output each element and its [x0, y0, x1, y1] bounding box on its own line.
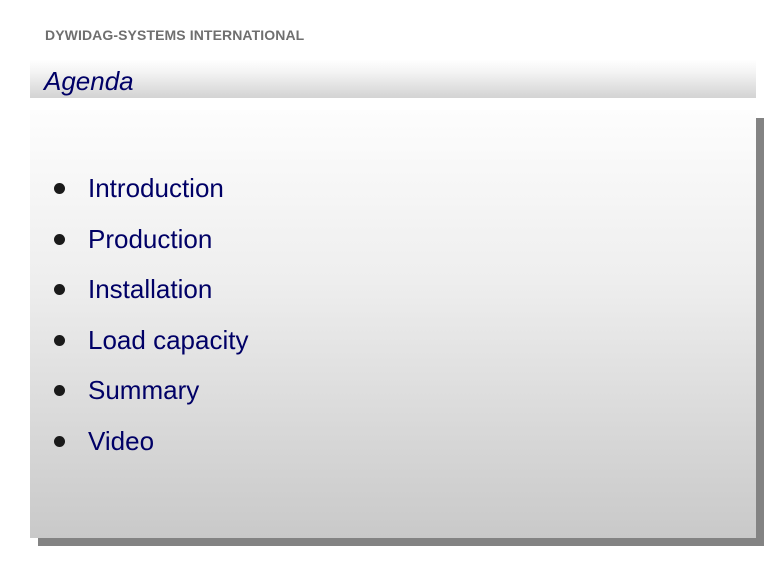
- bullet-icon: [54, 233, 65, 245]
- agenda-item-label: Summary: [88, 375, 200, 405]
- agenda-item-label: Introduction: [88, 173, 224, 203]
- agenda-content-box: Introduction Production Installation Loa…: [30, 110, 756, 538]
- company-name: DYWIDAG-SYSTEMS INTERNATIONAL: [45, 27, 305, 43]
- agenda-item-label: Load capacity: [88, 324, 249, 355]
- agenda-item-label: Production: [88, 223, 213, 254]
- bullet-icon: [54, 334, 65, 346]
- bullet-icon: [54, 183, 65, 194]
- agenda-item-label: Installation: [88, 274, 213, 304]
- bullet-icon: [54, 435, 65, 447]
- bullet-icon: [54, 284, 65, 295]
- title-bar: Agenda: [30, 60, 756, 98]
- agenda-item-label: Video: [88, 425, 155, 456]
- slide-title: Agenda: [44, 66, 134, 96]
- bullet-icon: [54, 385, 65, 396]
